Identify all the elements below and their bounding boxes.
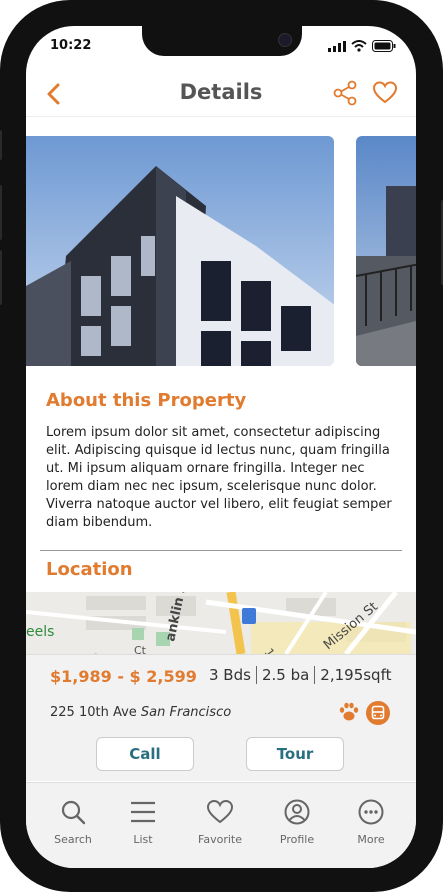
beds-value: 3 Bds: [209, 666, 251, 684]
heart-icon: [206, 799, 234, 824]
volume-up-button: [0, 185, 2, 240]
tab-favorite[interactable]: Favorite: [185, 799, 255, 846]
pet-friendly-paw-icon: [339, 702, 359, 721]
property-photo-2[interactable]: [356, 136, 416, 366]
mute-switch: [0, 130, 2, 160]
tab-label-profile: Profile: [279, 833, 315, 846]
list-icon: [131, 801, 155, 823]
tab-label-favorite: Favorite: [198, 833, 242, 846]
street-address: 225 10th Ave: [50, 705, 137, 720]
transit-bus-icon: [366, 701, 390, 725]
section-divider: [40, 550, 402, 551]
screen: 10:22 Details About this Property Lorem …: [26, 26, 416, 868]
baths-value: 2.5 ba: [261, 666, 310, 684]
call-button[interactable]: Call: [96, 737, 194, 771]
address: 225 10th Ave San Francisco: [50, 705, 231, 720]
status-icons: [328, 40, 396, 52]
status-time: 10:22: [50, 38, 92, 53]
property-photo-1[interactable]: [26, 136, 334, 366]
bottom-tab-bar: Search List Favorite Profile More: [26, 782, 416, 868]
tab-more[interactable]: More: [336, 799, 406, 846]
area-value: 2,195sqft: [320, 666, 392, 684]
favorite-heart-icon[interactable]: [372, 80, 398, 106]
tab-profile[interactable]: Profile: [262, 799, 332, 846]
location-heading: Location: [46, 559, 133, 580]
tab-list[interactable]: List: [108, 799, 178, 846]
map-label-eels: eels: [26, 624, 54, 640]
tab-label-more: More: [357, 833, 385, 846]
notch: [142, 26, 302, 56]
tab-label-search: Search: [54, 833, 92, 846]
wifi-icon: [351, 40, 367, 52]
camera: [278, 33, 292, 47]
tab-search[interactable]: Search: [38, 799, 108, 846]
location-map[interactable]: eels anklin St 11th S Mission St Oc Ct: [26, 592, 416, 654]
property-specs: 3 Bds 2.5 ba 2,195sqft: [204, 666, 396, 684]
more-icon: [358, 799, 384, 825]
tab-label-list: List: [133, 833, 153, 846]
about-heading: About this Property: [46, 390, 247, 411]
volume-down-button: [0, 250, 2, 305]
city-name: San Francisco: [140, 705, 232, 720]
tour-button[interactable]: Tour: [246, 737, 344, 771]
phone-frame: 10:22 Details About this Property Lorem …: [0, 0, 443, 892]
status-bar: 10:22: [26, 26, 416, 72]
price-range: $1,989 - $ 2,599: [50, 667, 197, 686]
signal-icon: [328, 40, 346, 52]
about-description: Lorem ipsum dolor sit amet, consectetur …: [46, 425, 392, 530]
share-icon[interactable]: [332, 80, 358, 106]
battery-icon: [372, 40, 396, 52]
search-icon: [61, 800, 86, 825]
map-label-ct: Ct: [134, 644, 147, 654]
listing-info-card: $1,989 - $ 2,599 3 Bds 2.5 ba 2,195sqft …: [26, 654, 416, 781]
header: Details: [26, 72, 416, 117]
profile-icon: [284, 799, 310, 825]
